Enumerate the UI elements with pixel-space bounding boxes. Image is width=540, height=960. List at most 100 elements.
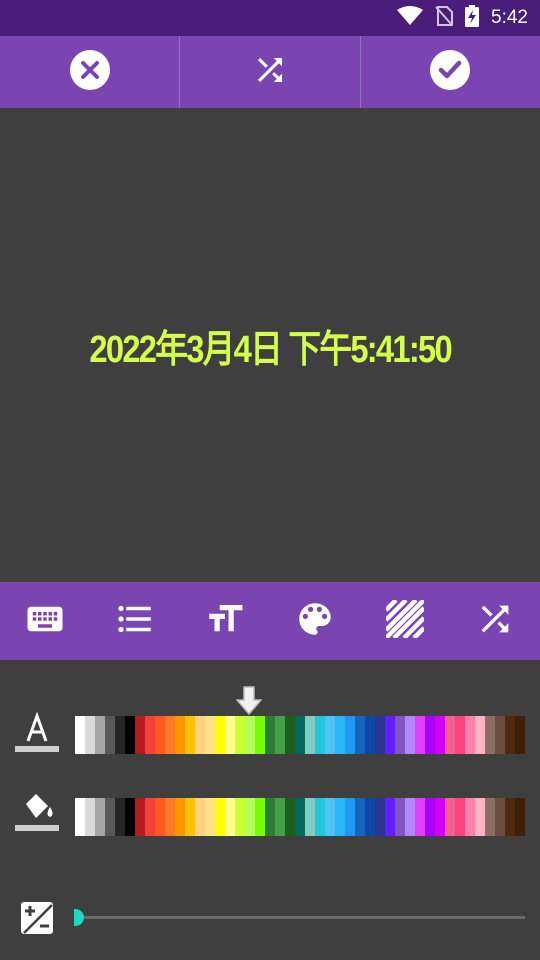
color-swatch[interactable] <box>275 716 285 754</box>
color-swatch[interactable] <box>385 716 395 754</box>
color-swatch[interactable] <box>215 798 225 836</box>
brightness-slider-track[interactable] <box>78 916 525 919</box>
color-swatch[interactable] <box>225 716 235 754</box>
color-swatch[interactable] <box>475 716 485 754</box>
color-swatch[interactable] <box>335 716 345 754</box>
color-swatch[interactable] <box>405 798 415 836</box>
color-swatch[interactable] <box>345 716 355 754</box>
color-swatch[interactable] <box>85 716 95 754</box>
color-swatch[interactable] <box>385 798 395 836</box>
color-swatch[interactable] <box>435 716 445 754</box>
color-swatch[interactable] <box>255 716 265 754</box>
color-swatch[interactable] <box>155 798 165 836</box>
color-swatch[interactable] <box>485 716 495 754</box>
pattern-button[interactable] <box>360 582 450 660</box>
color-swatch[interactable] <box>115 798 125 836</box>
color-swatch[interactable] <box>185 716 195 754</box>
color-swatch[interactable] <box>285 798 295 836</box>
background-color-palette[interactable] <box>75 798 525 836</box>
color-swatch[interactable] <box>265 798 275 836</box>
color-swatch[interactable] <box>205 716 215 754</box>
color-swatch[interactable] <box>465 798 475 836</box>
color-swatch[interactable] <box>445 798 455 836</box>
color-swatch[interactable] <box>395 798 405 836</box>
color-swatch[interactable] <box>515 716 525 754</box>
color-swatch[interactable] <box>205 798 215 836</box>
list-button[interactable] <box>90 582 180 660</box>
color-swatch[interactable] <box>235 716 245 754</box>
color-swatch[interactable] <box>255 798 265 836</box>
color-swatch[interactable] <box>125 716 135 754</box>
color-swatch[interactable] <box>415 798 425 836</box>
color-swatch[interactable] <box>175 716 185 754</box>
color-swatch[interactable] <box>185 798 195 836</box>
color-swatch[interactable] <box>165 798 175 836</box>
color-swatch[interactable] <box>155 716 165 754</box>
color-swatch[interactable] <box>335 798 345 836</box>
color-swatch[interactable] <box>315 716 325 754</box>
color-swatch[interactable] <box>455 716 465 754</box>
color-swatch[interactable] <box>195 716 205 754</box>
color-swatch[interactable] <box>85 798 95 836</box>
color-swatch[interactable] <box>405 716 415 754</box>
color-swatch[interactable] <box>325 716 335 754</box>
color-swatch[interactable] <box>445 716 455 754</box>
color-swatch[interactable] <box>375 716 385 754</box>
color-swatch[interactable] <box>115 716 125 754</box>
color-swatch[interactable] <box>495 716 505 754</box>
color-swatch[interactable] <box>425 798 435 836</box>
color-swatch[interactable] <box>105 716 115 754</box>
color-swatch[interactable] <box>395 716 405 754</box>
brightness-slider-thumb[interactable] <box>74 909 84 926</box>
color-swatch[interactable] <box>235 798 245 836</box>
color-swatch[interactable] <box>505 716 515 754</box>
keyboard-button[interactable] <box>0 582 90 660</box>
color-swatch[interactable] <box>285 716 295 754</box>
color-swatch[interactable] <box>495 798 505 836</box>
color-swatch[interactable] <box>105 798 115 836</box>
color-swatch[interactable] <box>305 798 315 836</box>
text-size-button[interactable] <box>180 582 270 660</box>
color-swatch[interactable] <box>465 716 475 754</box>
color-swatch[interactable] <box>175 798 185 836</box>
color-swatch[interactable] <box>375 798 385 836</box>
color-swatch[interactable] <box>355 716 365 754</box>
text-color-palette[interactable] <box>75 716 525 754</box>
color-swatch[interactable] <box>275 798 285 836</box>
color-swatch[interactable] <box>135 798 145 836</box>
color-swatch[interactable] <box>215 716 225 754</box>
shuffle-button[interactable] <box>180 36 361 108</box>
color-swatch[interactable] <box>195 798 205 836</box>
color-swatch[interactable] <box>145 798 155 836</box>
color-swatch[interactable] <box>145 716 155 754</box>
color-swatch[interactable] <box>315 798 325 836</box>
color-swatch[interactable] <box>75 716 85 754</box>
color-swatch[interactable] <box>435 798 445 836</box>
color-swatch[interactable] <box>265 716 275 754</box>
color-swatch[interactable] <box>455 798 465 836</box>
random-style-button[interactable] <box>450 582 540 660</box>
color-swatch[interactable] <box>365 716 375 754</box>
cancel-button[interactable] <box>0 36 181 108</box>
palette-button[interactable] <box>270 582 360 660</box>
color-swatch[interactable] <box>295 798 305 836</box>
color-swatch[interactable] <box>125 798 135 836</box>
color-swatch[interactable] <box>365 798 375 836</box>
color-swatch[interactable] <box>345 798 355 836</box>
color-swatch[interactable] <box>305 716 315 754</box>
color-swatch[interactable] <box>355 798 365 836</box>
color-swatch[interactable] <box>515 798 525 836</box>
color-swatch[interactable] <box>485 798 495 836</box>
color-swatch[interactable] <box>475 798 485 836</box>
color-swatch[interactable] <box>245 716 255 754</box>
color-swatch[interactable] <box>295 716 305 754</box>
color-swatch[interactable] <box>225 798 235 836</box>
color-swatch[interactable] <box>135 716 145 754</box>
color-swatch[interactable] <box>95 798 105 836</box>
color-swatch[interactable] <box>165 716 175 754</box>
color-swatch[interactable] <box>325 798 335 836</box>
color-swatch[interactable] <box>505 798 515 836</box>
color-swatch[interactable] <box>75 798 85 836</box>
confirm-button[interactable] <box>361 36 540 108</box>
color-swatch[interactable] <box>95 716 105 754</box>
